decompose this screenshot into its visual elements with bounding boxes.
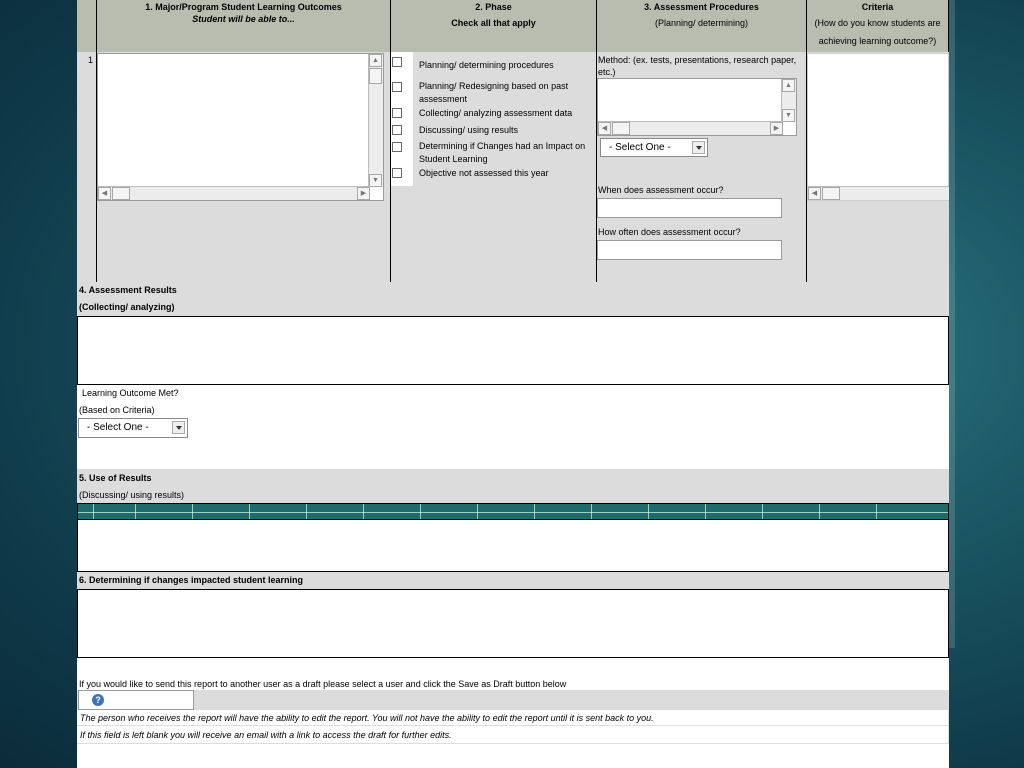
outcome-met-select-value: - Select One - <box>87 422 149 433</box>
draft-user-row <box>77 690 949 710</box>
scroll-right-icon[interactable]: ▶ <box>770 122 783 135</box>
phase-label-1: Planning/ Redesigning based on past asse… <box>419 81 569 104</box>
section5-grid-strip <box>77 503 949 520</box>
scroll-up-icon[interactable]: ▲ <box>782 79 795 92</box>
section5-subtitle: (Discussing/ using results) <box>79 490 185 500</box>
question-circle-icon[interactable]: ? <box>92 694 104 706</box>
phase-checkbox-3[interactable] <box>392 125 402 135</box>
header-col1: 1. Major/Program Student Learning Outcom… <box>97 0 391 52</box>
header-row-number-cell <box>77 0 97 52</box>
method-textarea[interactable]: ▲ ▼ ◀ ▶ <box>597 78 797 136</box>
outcome-textarea[interactable]: ▲ ▼ ◀ ▶ <box>97 53 384 201</box>
scroll-up-icon[interactable]: ▲ <box>369 54 382 67</box>
section4-subtitle: (Collecting/ analyzing) <box>79 302 175 312</box>
scroll-thumb[interactable] <box>369 68 382 84</box>
use-of-results-textarea[interactable] <box>77 520 949 572</box>
scroll-right-icon[interactable]: ▶ <box>357 187 370 200</box>
draft-note2: If this field is left blank you will rec… <box>80 730 452 740</box>
section4-title: 4. Assessment Results <box>79 285 177 295</box>
phase-label-2: Collecting/ analyzing assessment data <box>419 108 573 118</box>
col1-subtitle: Student will be able to... <box>192 14 295 24</box>
outcome-hscrollbar[interactable]: ◀ ▶ <box>98 186 370 200</box>
method-select[interactable]: - Select One - <box>600 138 708 157</box>
col2-subtitle: Check all that apply <box>451 18 536 28</box>
method-select-value: - Select One - <box>609 142 671 153</box>
phase-label-5: Objective not assessed this year <box>419 168 549 178</box>
scroll-down-icon[interactable]: ▼ <box>782 109 795 122</box>
col3-title: 3. Assessment Procedures <box>644 2 759 12</box>
assessment-results-textarea[interactable] <box>77 316 949 385</box>
outcome-met-select[interactable]: - Select One - <box>78 418 188 438</box>
chevron-down-icon[interactable] <box>172 421 185 434</box>
often-label: How often does assessment occur? <box>598 227 741 237</box>
scroll-hthumb[interactable] <box>112 187 130 200</box>
phase-checkbox-2[interactable] <box>392 108 402 118</box>
header-col2: 2. Phase Check all that apply <box>391 0 597 52</box>
phase-checkbox-5[interactable] <box>392 168 402 178</box>
phase-checkbox-white <box>391 52 413 186</box>
when-label: When does assessment occur? <box>598 185 724 195</box>
draft-instruction: If you would like to send this report to… <box>79 679 567 689</box>
often-input[interactable] <box>597 240 782 260</box>
criteria-textarea[interactable]: ◀ <box>807 53 949 201</box>
scroll-left-icon[interactable]: ◀ <box>598 122 611 135</box>
col3-subtitle: (Planning/ determining) <box>654 18 749 28</box>
phase-checkbox-0[interactable] <box>392 57 402 67</box>
phase-checkbox-1[interactable] <box>392 82 402 92</box>
phase-label-0: Planning/ determining procedures <box>419 60 554 70</box>
section5-header <box>77 469 949 503</box>
method-vscrollbar[interactable]: ▲ ▼ <box>781 79 796 122</box>
phase-checkbox-4[interactable] <box>392 142 402 152</box>
sheet-edge <box>949 0 955 648</box>
chevron-down-icon[interactable] <box>692 141 705 154</box>
scroll-hthumb[interactable] <box>822 187 840 200</box>
outcome-met-sublabel: (Based on Criteria) <box>79 405 155 415</box>
method-label: Method: (ex. tests, presentations, resea… <box>598 55 797 77</box>
section4-header <box>77 282 949 316</box>
outcome-vscrollbar[interactable]: ▲ ▼ <box>368 54 383 187</box>
phase-label-3: Discussing/ using results <box>419 125 519 135</box>
col4-title: Criteria <box>861 2 894 12</box>
row-number: 1 <box>88 55 94 65</box>
section6-title: 6. Determining if changes impacted stude… <box>79 575 304 585</box>
draft-note1: The person who receives the report will … <box>80 713 654 723</box>
scroll-hthumb[interactable] <box>612 122 630 135</box>
col2-title: 2. Phase <box>475 2 512 12</box>
section5-title: 5. Use of Results <box>79 473 152 483</box>
when-input[interactable] <box>597 198 782 218</box>
scroll-down-icon[interactable]: ▼ <box>369 174 382 187</box>
criteria-hscrollbar[interactable]: ◀ <box>808 186 949 200</box>
col4-subtitle-1: (How do you know students are <box>814 18 941 28</box>
impact-textarea[interactable] <box>77 589 949 658</box>
header-col3: 3. Assessment Procedures (Planning/ dete… <box>597 0 807 52</box>
outcome-met-label: Learning Outcome Met? <box>82 388 179 398</box>
phase-label-4: Determining if Changes had an Impact on … <box>419 141 586 164</box>
method-hscrollbar[interactable]: ◀ ▶ <box>598 121 783 135</box>
header-col4: Criteria (How do you know students are a… <box>807 0 949 52</box>
scroll-left-icon[interactable]: ◀ <box>808 187 821 200</box>
scroll-left-icon[interactable]: ◀ <box>98 187 111 200</box>
col4-subtitle-2: achieving learning outcome?) <box>818 36 937 46</box>
col1-title: 1. Major/Program Student Learning Outcom… <box>145 2 342 12</box>
